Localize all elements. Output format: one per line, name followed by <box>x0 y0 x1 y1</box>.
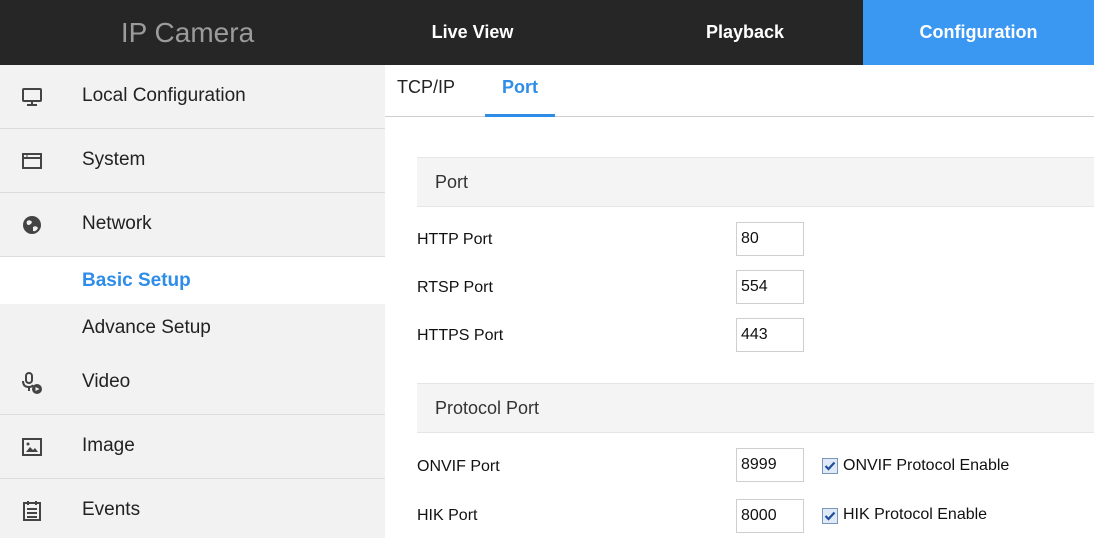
sidebar-item-label: Image <box>82 435 135 456</box>
microphone-video-icon <box>20 371 44 395</box>
sidebar-item-image[interactable]: Image <box>0 415 385 479</box>
rtsp-port-input[interactable] <box>736 270 804 304</box>
image-icon <box>20 435 44 459</box>
sidebar-item-label: Network <box>82 213 152 234</box>
monitor-icon <box>20 85 44 109</box>
https-port-label: HTTPS Port <box>417 327 504 344</box>
hik-port-input[interactable] <box>736 499 804 533</box>
sidebar-item-video[interactable]: Video <box>0 351 385 415</box>
section-title: Protocol Port <box>435 398 540 418</box>
sidebar-subitem-basic-setup[interactable]: Basic Setup <box>0 257 385 304</box>
top-bar: IP Camera Live View Playback Configurati… <box>0 0 1094 65</box>
checkmark-icon <box>824 511 836 521</box>
section-title: Port <box>435 172 469 192</box>
globe-icon <box>20 213 44 237</box>
sidebar-item-label: Local Configuration <box>82 85 246 106</box>
sidebar-item-system[interactable]: System <box>0 129 385 193</box>
section-header-protocol-port: Protocol Port <box>417 383 1094 433</box>
window-icon <box>20 149 44 173</box>
sidebar-item-local-configuration[interactable]: Local Configuration <box>0 65 385 129</box>
section-header-port: Port <box>417 157 1094 207</box>
onvif-protocol-enable-checkbox[interactable] <box>822 458 838 474</box>
http-port-input[interactable] <box>736 222 804 256</box>
sidebar: Local Configuration System Network Basic… <box>0 65 385 538</box>
hik-port-label: HIK Port <box>417 507 478 524</box>
sidebar-item-label: Video <box>82 371 131 392</box>
main-content: TCP/IP Port Port HTTP Port RTSP Port HTT… <box>385 65 1094 538</box>
onvif-protocol-enable-label: ONVIF Protocol Enable <box>843 457 1010 474</box>
sidebar-item-events[interactable]: Events <box>0 479 385 538</box>
sidebar-item-network[interactable]: Network <box>0 193 385 257</box>
tab-tcp-ip[interactable]: TCP/IP <box>397 77 455 98</box>
https-port-input[interactable] <box>736 318 804 352</box>
nav-playback[interactable]: Playback <box>640 0 850 65</box>
app-title: IP Camera <box>120 17 255 48</box>
nav-configuration[interactable]: Configuration <box>863 0 1094 65</box>
tab-bar: TCP/IP Port <box>385 65 1094 117</box>
checkmark-icon <box>824 461 836 471</box>
onvif-port-input[interactable] <box>736 448 804 482</box>
hik-protocol-enable-checkbox[interactable] <box>822 508 838 524</box>
sidebar-item-label: Events <box>82 499 141 520</box>
calendar-icon <box>20 499 44 523</box>
nav-live-view[interactable]: Live View <box>385 0 680 65</box>
rtsp-port-label: RTSP Port <box>417 279 493 296</box>
http-port-label: HTTP Port <box>417 231 493 248</box>
tab-port[interactable]: Port <box>485 77 555 117</box>
sidebar-item-label: System <box>82 149 146 170</box>
onvif-port-label: ONVIF Port <box>417 458 500 475</box>
sidebar-subitem-advance-setup[interactable]: Advance Setup <box>0 304 385 351</box>
hik-protocol-enable-label: HIK Protocol Enable <box>843 506 988 523</box>
